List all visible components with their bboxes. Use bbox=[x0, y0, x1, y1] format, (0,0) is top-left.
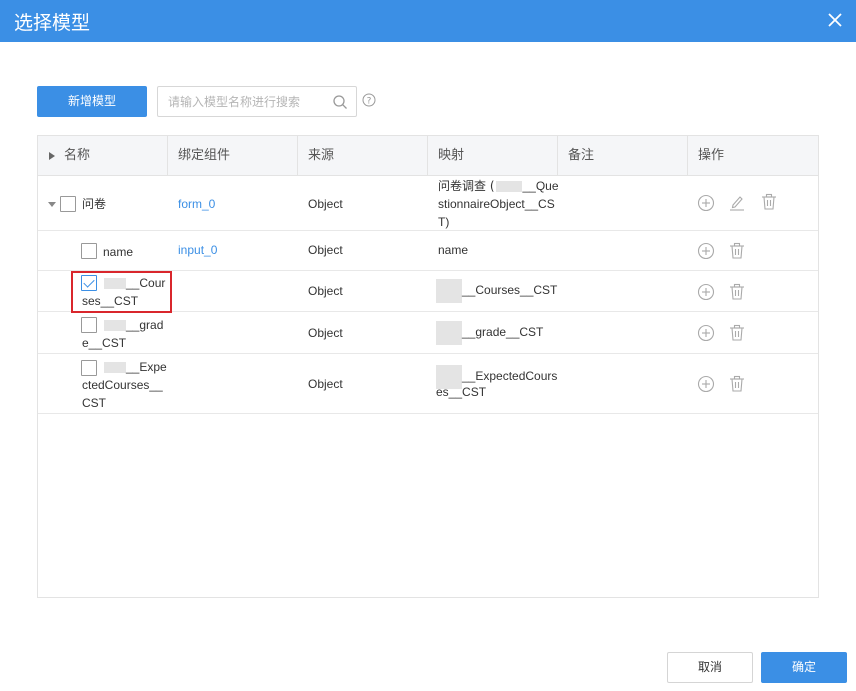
header-remark: 备注 bbox=[558, 136, 688, 176]
row-component-link[interactable]: form_0 bbox=[178, 195, 215, 213]
table-row: 问卷 form_0 Object 问卷调查 (__Que stionnaireO… bbox=[38, 176, 818, 231]
delete-icon[interactable] bbox=[728, 324, 746, 342]
row-mapping: __ExpectedCours es__CST bbox=[436, 365, 561, 401]
close-icon[interactable] bbox=[826, 11, 844, 29]
confirm-button[interactable]: 确定 bbox=[761, 652, 847, 683]
row-checkbox[interactable] bbox=[60, 196, 76, 212]
header-name[interactable]: 名称 bbox=[38, 136, 168, 176]
add-icon[interactable] bbox=[697, 242, 715, 260]
row-name: name bbox=[103, 245, 134, 259]
help-circle-icon[interactable]: ? bbox=[362, 93, 376, 107]
row-mapping: __Courses__CST bbox=[436, 279, 557, 303]
row-source: Object bbox=[308, 326, 343, 340]
add-icon[interactable] bbox=[697, 324, 715, 342]
delete-icon[interactable] bbox=[728, 375, 746, 393]
delete-icon[interactable] bbox=[760, 193, 778, 211]
row-name: __Expe ctedCourses__ CST bbox=[82, 360, 167, 410]
delete-icon[interactable] bbox=[728, 242, 746, 260]
table-row: name input_0 Object name bbox=[38, 231, 818, 271]
row-component-link[interactable]: input_0 bbox=[178, 241, 217, 259]
add-icon[interactable] bbox=[697, 194, 715, 212]
table-row: __grad e__CST Object __grade__CST bbox=[38, 312, 818, 354]
header-actions: 操作 bbox=[698, 148, 725, 163]
header-mapping: 映射 bbox=[428, 136, 558, 176]
model-table: 名称 绑定组件 来源 映射 备注 操作 问卷 form_0 Object 问卷调… bbox=[37, 135, 819, 598]
row-source: Object bbox=[308, 284, 343, 298]
add-icon[interactable] bbox=[697, 283, 715, 301]
row-source: Object bbox=[308, 377, 343, 391]
edit-icon[interactable] bbox=[728, 193, 746, 211]
expand-all-icon[interactable] bbox=[49, 152, 55, 160]
add-model-button[interactable]: 新增模型 bbox=[37, 86, 147, 117]
row-source: Object bbox=[308, 243, 343, 257]
search-box bbox=[157, 86, 357, 117]
row-checkbox[interactable] bbox=[81, 243, 97, 259]
add-icon[interactable] bbox=[697, 375, 715, 393]
search-icon[interactable] bbox=[332, 94, 348, 110]
table-row: __Expe ctedCourses__ CST Object __Expect… bbox=[38, 354, 818, 414]
table-header: 名称 绑定组件 来源 映射 备注 操作 bbox=[38, 136, 818, 176]
header-source: 来源 bbox=[298, 136, 428, 176]
row-source: Object bbox=[308, 197, 343, 211]
collapse-caret-icon[interactable] bbox=[48, 202, 56, 207]
delete-icon[interactable] bbox=[728, 283, 746, 301]
row-name: 问卷 bbox=[82, 197, 107, 211]
dialog-titlebar: 选择模型 bbox=[0, 0, 856, 42]
header-component: 绑定组件 bbox=[168, 136, 298, 176]
svg-text:?: ? bbox=[367, 97, 372, 107]
dialog-title: 选择模型 bbox=[14, 12, 91, 34]
row-mapping: 问卷调查 (__Que stionnaireObject__CS T) bbox=[438, 179, 559, 229]
row-name: __grad e__CST bbox=[82, 318, 164, 350]
cancel-button[interactable]: 取消 bbox=[667, 652, 753, 683]
search-input[interactable] bbox=[158, 87, 328, 116]
row-mapping: name bbox=[438, 243, 469, 257]
selection-highlight-box bbox=[71, 271, 172, 313]
row-mapping: __grade__CST bbox=[436, 321, 543, 345]
